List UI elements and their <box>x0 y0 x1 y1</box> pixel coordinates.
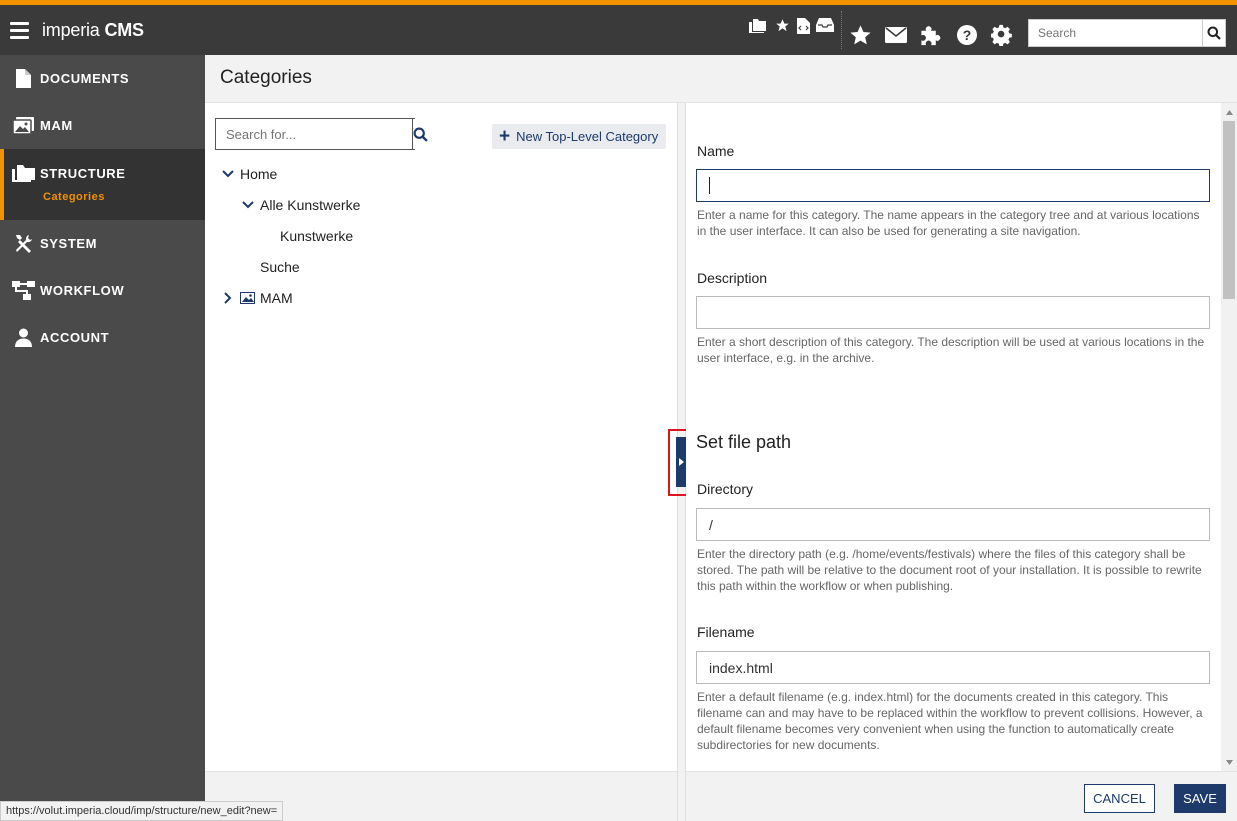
chevron-right-icon[interactable] <box>220 290 236 306</box>
directory-value: / <box>709 516 713 533</box>
filename-label: Filename <box>697 624 755 640</box>
caret-right-icon <box>678 458 684 466</box>
sidebar-item-label: DOCUMENTS <box>40 71 130 86</box>
images-icon <box>11 116 35 136</box>
sidebar-item-structure[interactable]: STRUCTURE Categories <box>0 149 205 220</box>
sidebar-item-label: WORKFLOW <box>40 283 125 298</box>
mail-icon[interactable] <box>885 27 907 43</box>
directory-field[interactable]: / <box>696 508 1210 541</box>
folders-icon[interactable] <box>749 18 767 33</box>
chevron-down-icon[interactable] <box>240 197 256 213</box>
sidebar-item-label: STRUCTURE <box>40 165 126 181</box>
svg-text:?: ? <box>963 27 972 43</box>
tree-node-label: Home <box>240 166 278 182</box>
sidebar-item-mam[interactable]: MAM <box>0 102 205 149</box>
tree-node-alle-kunstwerke[interactable]: Alle Kunstwerke <box>240 194 360 216</box>
tree-search-input[interactable] <box>216 119 412 149</box>
page-title: Categories <box>220 67 312 88</box>
page-header: Categories <box>205 55 1237 103</box>
new-top-level-category-button[interactable]: + New Top-Level Category <box>492 124 667 149</box>
document-code-icon[interactable] <box>797 18 810 34</box>
star-small-icon[interactable] <box>775 18 790 33</box>
new-top-level-category-label: New Top-Level Category <box>516 129 659 144</box>
description-label: Description <box>697 270 768 286</box>
menu-icon[interactable] <box>10 22 29 39</box>
filename-field[interactable]: index.html <box>696 651 1210 684</box>
scroll-up-icon[interactable] <box>1221 105 1237 119</box>
inbox-icon[interactable] <box>816 18 834 32</box>
sidebar-item-account[interactable]: ACCOUNT <box>0 314 205 361</box>
tree-node-suche[interactable]: Suche <box>260 256 300 278</box>
tree-node-mam[interactable]: MAM <box>220 287 293 309</box>
form-scrollbar[interactable] <box>1221 103 1237 771</box>
sidebar-item-label: MAM <box>40 118 73 133</box>
plus-icon: + <box>499 126 511 147</box>
sidebar-item-workflow[interactable]: WORKFLOW <box>0 267 205 314</box>
star-icon[interactable] <box>849 24 872 46</box>
section-title: Set file path <box>696 432 792 452</box>
tree-search <box>215 118 428 150</box>
sidebar-item-label: ACCOUNT <box>40 330 110 345</box>
folders-icon <box>11 163 35 183</box>
help-icon[interactable]: ? <box>956 24 978 46</box>
global-search-input[interactable] <box>1029 20 1202 46</box>
workflow-icon <box>11 281 35 301</box>
document-icon <box>11 69 35 89</box>
filename-value: index.html <box>709 659 773 676</box>
chevron-down-icon[interactable] <box>220 166 236 182</box>
tools-icon <box>11 234 35 254</box>
tree-node-label: Suche <box>260 259 300 275</box>
collapse-panel-handle[interactable] <box>676 437 686 487</box>
puzzle-icon[interactable] <box>919 24 943 47</box>
tree-node-kunstwerke[interactable]: Kunstwerke <box>280 225 353 247</box>
sidebar-item-label: SYSTEM <box>40 236 98 251</box>
category-tree-panel: + New Top-Level Category Home Alle Kunst… <box>205 103 677 771</box>
filename-help: Enter a default filename (e.g. index.htm… <box>697 690 1203 752</box>
sidebar-item-system[interactable]: SYSTEM <box>0 220 205 267</box>
sidebar: DOCUMENTS MAM STRUCTURE Categories SYSTE… <box>0 55 205 821</box>
sidebar-item-documents[interactable]: DOCUMENTS <box>0 55 205 102</box>
description-field[interactable] <box>696 296 1210 329</box>
search-icon[interactable] <box>1202 20 1225 46</box>
text-caret <box>709 177 710 194</box>
save-button[interactable]: SAVE <box>1174 784 1226 813</box>
cancel-button[interactable]: CANCEL <box>1084 784 1155 813</box>
directory-help: Enter the directory path (e.g. /home/eve… <box>697 547 1202 593</box>
description-help: Enter a short description of this catego… <box>697 335 1205 365</box>
scroll-down-icon[interactable] <box>1221 755 1237 769</box>
browser-status-url: https://volut.imperia.cloud/imp/structur… <box>0 801 284 821</box>
toolbar-divider <box>841 11 842 49</box>
category-edit-form: Name Enter a name for this category. The… <box>686 103 1221 771</box>
search-icon[interactable] <box>412 119 428 149</box>
name-help: Enter a name for this category. The name… <box>697 208 1200 238</box>
image-icon <box>240 292 255 304</box>
tree-node-label: Alle Kunstwerke <box>260 197 361 213</box>
name-label: Name <box>697 143 735 159</box>
form-footer: CANCEL SAVE <box>686 771 1237 821</box>
tree-node-home[interactable]: Home <box>220 163 277 185</box>
app-logo[interactable]: imperia CMS <box>42 20 144 41</box>
tree-node-label: Kunstwerke <box>280 228 354 244</box>
gear-icon[interactable] <box>991 24 1013 46</box>
directory-label: Directory <box>697 481 754 497</box>
sidebar-subitem-categories[interactable]: Categories <box>43 191 105 203</box>
top-bar: imperia CMS ? <box>0 0 1237 55</box>
name-field[interactable] <box>696 169 1210 202</box>
scrollbar-thumb[interactable] <box>1223 121 1235 299</box>
user-icon <box>11 328 35 348</box>
tree-node-label: MAM <box>260 290 293 306</box>
global-search <box>1028 19 1226 47</box>
